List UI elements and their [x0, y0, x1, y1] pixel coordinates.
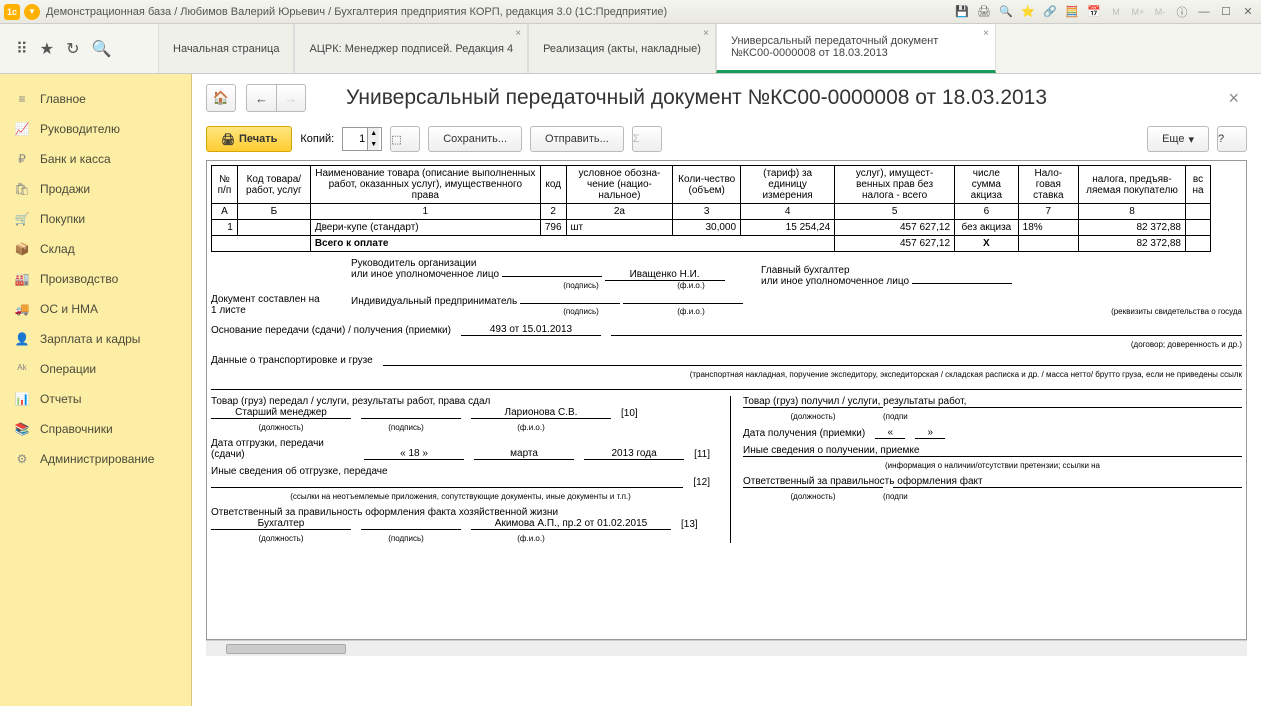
sidebar-item-catalogs[interactable]: 📚Справочники [0, 414, 191, 444]
right-sign-column: Товар (груз) получил / услуги, результат… [730, 396, 1242, 543]
sidebar-item-os-nma[interactable]: 🚚ОС и НМА [0, 294, 191, 324]
tab-close-icon[interactable]: × [703, 28, 709, 39]
tab-upd[interactable]: Универсальный передаточный документ №КС0… [716, 24, 996, 73]
hscrollbar[interactable] [206, 640, 1247, 656]
th-name: Наименование товара (описание выполненны… [310, 166, 540, 204]
calendar-icon[interactable]: 📅 [1085, 3, 1103, 21]
left-sign-column: Товар (груз) передал / услуги, результат… [211, 396, 710, 543]
sidebar-item-bank[interactable]: ₽Банк и касса [0, 144, 191, 174]
send-button[interactable]: Отправить... [530, 126, 624, 152]
link-icon[interactable]: 🔗 [1041, 3, 1059, 21]
th-price: (тариф) за единицу измерения [741, 166, 835, 204]
th-qty: Коли-чество (объем) [673, 166, 741, 204]
th-vs: вс на [1185, 166, 1210, 204]
window-title: Демонстрационная база / Любимов Валерий … [46, 6, 953, 18]
home-button[interactable]: 🏠 [206, 84, 236, 112]
books-icon: 📚 [14, 422, 30, 436]
tab-close-icon[interactable]: × [515, 28, 521, 39]
copies-input[interactable] [343, 133, 367, 145]
cart-icon: 🛒 [14, 212, 30, 226]
search-icon[interactable]: 🔍 [91, 39, 111, 59]
scrollbar-thumb[interactable] [226, 644, 346, 654]
m-minus-icon[interactable]: M [1107, 3, 1125, 21]
history-icon[interactable]: ↻ [66, 39, 79, 59]
truck-icon: 🚚 [14, 302, 30, 316]
factory-icon: 🏭 [14, 272, 30, 286]
copies-label: Копий: [300, 133, 334, 145]
table-row: 1 Двери-купе (стандарт) 796 шт 30,000 15… [212, 220, 1211, 236]
sidebar-item-manager[interactable]: 📈Руководителю [0, 114, 191, 144]
gear-icon: ⚙ [14, 452, 30, 466]
preview-icon[interactable]: 🔍 [997, 3, 1015, 21]
info-icon[interactable]: ⓘ [1173, 3, 1191, 21]
th-code: Код товара/ работ, услуг [237, 166, 310, 204]
person-icon: 👤 [14, 332, 30, 346]
signature-area: Документ составлен на 1 листе Руководите… [211, 258, 1242, 543]
sidebar-item-salary[interactable]: 👤Зарплата и кадры [0, 324, 191, 354]
sidebar-item-reports[interactable]: 📊Отчеты [0, 384, 191, 414]
tab-start[interactable]: Начальная страница [158, 24, 294, 73]
close-icon[interactable]: ✕ [1239, 3, 1257, 21]
star-icon[interactable]: ⭐ [1019, 3, 1037, 21]
box-icon: 📦 [14, 242, 30, 256]
table-total-row: Всего к оплате 457 627,12 Х 82 372,88 [212, 236, 1211, 252]
minimize-icon[interactable]: — [1195, 3, 1213, 21]
sidebar-item-main[interactable]: ≡Главное [0, 84, 191, 114]
sidebar-item-operations[interactable]: ᴬᵏОперации [0, 354, 191, 384]
maximize-icon[interactable]: ☐ [1217, 3, 1235, 21]
titlebar: 1c ▼ Демонстрационная база / Любимов Вал… [0, 0, 1261, 24]
help-button[interactable]: ? [1217, 126, 1247, 152]
bars-icon: 📊 [14, 392, 30, 406]
more-button[interactable]: Еще ▾ [1147, 126, 1209, 152]
th-uname: условное обозна-чение (нацио-нальное) [566, 166, 673, 204]
content: 🏠 ← → Универсальный передаточный докумен… [192, 74, 1261, 706]
doc-toolbar: 🖨 Печать Копий: ▲▼ ⬚ Сохранить... Отправ… [206, 126, 1247, 152]
app-logo-icon: 1c [4, 4, 20, 20]
bag-icon: 🛍 [14, 182, 30, 196]
save-button[interactable]: Сохранить... [428, 126, 522, 152]
favorites-icon[interactable]: ★ [40, 39, 54, 59]
dropdown-icon[interactable]: ▼ [24, 4, 40, 20]
print-icon[interactable]: 🖨 [975, 3, 993, 21]
menu-icon: ≡ [14, 92, 30, 106]
m-minus2-icon[interactable]: M- [1151, 3, 1169, 21]
sidebar-item-warehouse[interactable]: 📦Склад [0, 234, 191, 264]
copies-spinner[interactable]: ▲▼ [342, 127, 382, 151]
print-button[interactable]: 🖨 Печать [206, 126, 292, 152]
save-icon[interactable]: 💾 [953, 3, 971, 21]
upd-table: № п/п Код товара/ работ, услуг Наименова… [211, 165, 1211, 252]
forward-button[interactable]: → [276, 84, 306, 112]
sidebar-item-production[interactable]: 🏭Производство [0, 264, 191, 294]
ops-icon: ᴬᵏ [14, 362, 30, 376]
tab-acrk[interactable]: АЦРК: Менеджер подписей. Редакция 4× [294, 24, 528, 73]
apps-icon[interactable]: ⠿ [16, 39, 28, 59]
spin-down-icon[interactable]: ▼ [367, 139, 379, 150]
tab-realization[interactable]: Реализация (акты, накладные)× [528, 24, 716, 73]
toggle-button[interactable]: ⬚ [390, 126, 420, 152]
tabs-row: ⠿ ★ ↻ 🔍 Начальная страница АЦРК: Менедже… [0, 24, 1261, 74]
calc-icon[interactable]: 🧮 [1063, 3, 1081, 21]
th-ucode: код [540, 166, 566, 204]
chart-icon: 📈 [14, 122, 30, 136]
tabs-left-tools: ⠿ ★ ↻ 🔍 [0, 24, 158, 73]
th-npp: № п/п [212, 166, 238, 204]
spin-up-icon[interactable]: ▲ [367, 128, 379, 139]
sigma-button[interactable]: Σ [632, 126, 662, 152]
titlebar-icons: 💾 🖨 🔍 ⭐ 🔗 🧮 📅 M M+ M- ⓘ — ☐ ✕ [953, 3, 1257, 21]
doc-scroll[interactable]: № п/п Код товара/ работ, услуг Наименова… [206, 160, 1247, 640]
ruble-icon: ₽ [14, 152, 30, 166]
m-plus-icon[interactable]: M+ [1129, 3, 1147, 21]
sidebar-item-purchases[interactable]: 🛒Покупки [0, 204, 191, 234]
back-button[interactable]: ← [246, 84, 276, 112]
close-doc-icon[interactable]: × [1220, 88, 1247, 109]
th-rate: Нало-говая ставка [1018, 166, 1078, 204]
document-title: Универсальный передаточный документ №КС0… [346, 86, 1210, 110]
th-excise: числе сумма акциза [955, 166, 1019, 204]
sidebar-item-sales[interactable]: 🛍Продажи [0, 174, 191, 204]
th-total: налога, предъяв-ляемая покупателю [1078, 166, 1185, 204]
sidebar: ≡Главное 📈Руководителю ₽Банк и касса 🛍Пр… [0, 74, 192, 706]
tab-close-icon[interactable]: × [983, 28, 989, 39]
th-sum: услуг), имущест-венных прав без налога -… [835, 166, 955, 204]
sidebar-item-admin[interactable]: ⚙Администрирование [0, 444, 191, 474]
